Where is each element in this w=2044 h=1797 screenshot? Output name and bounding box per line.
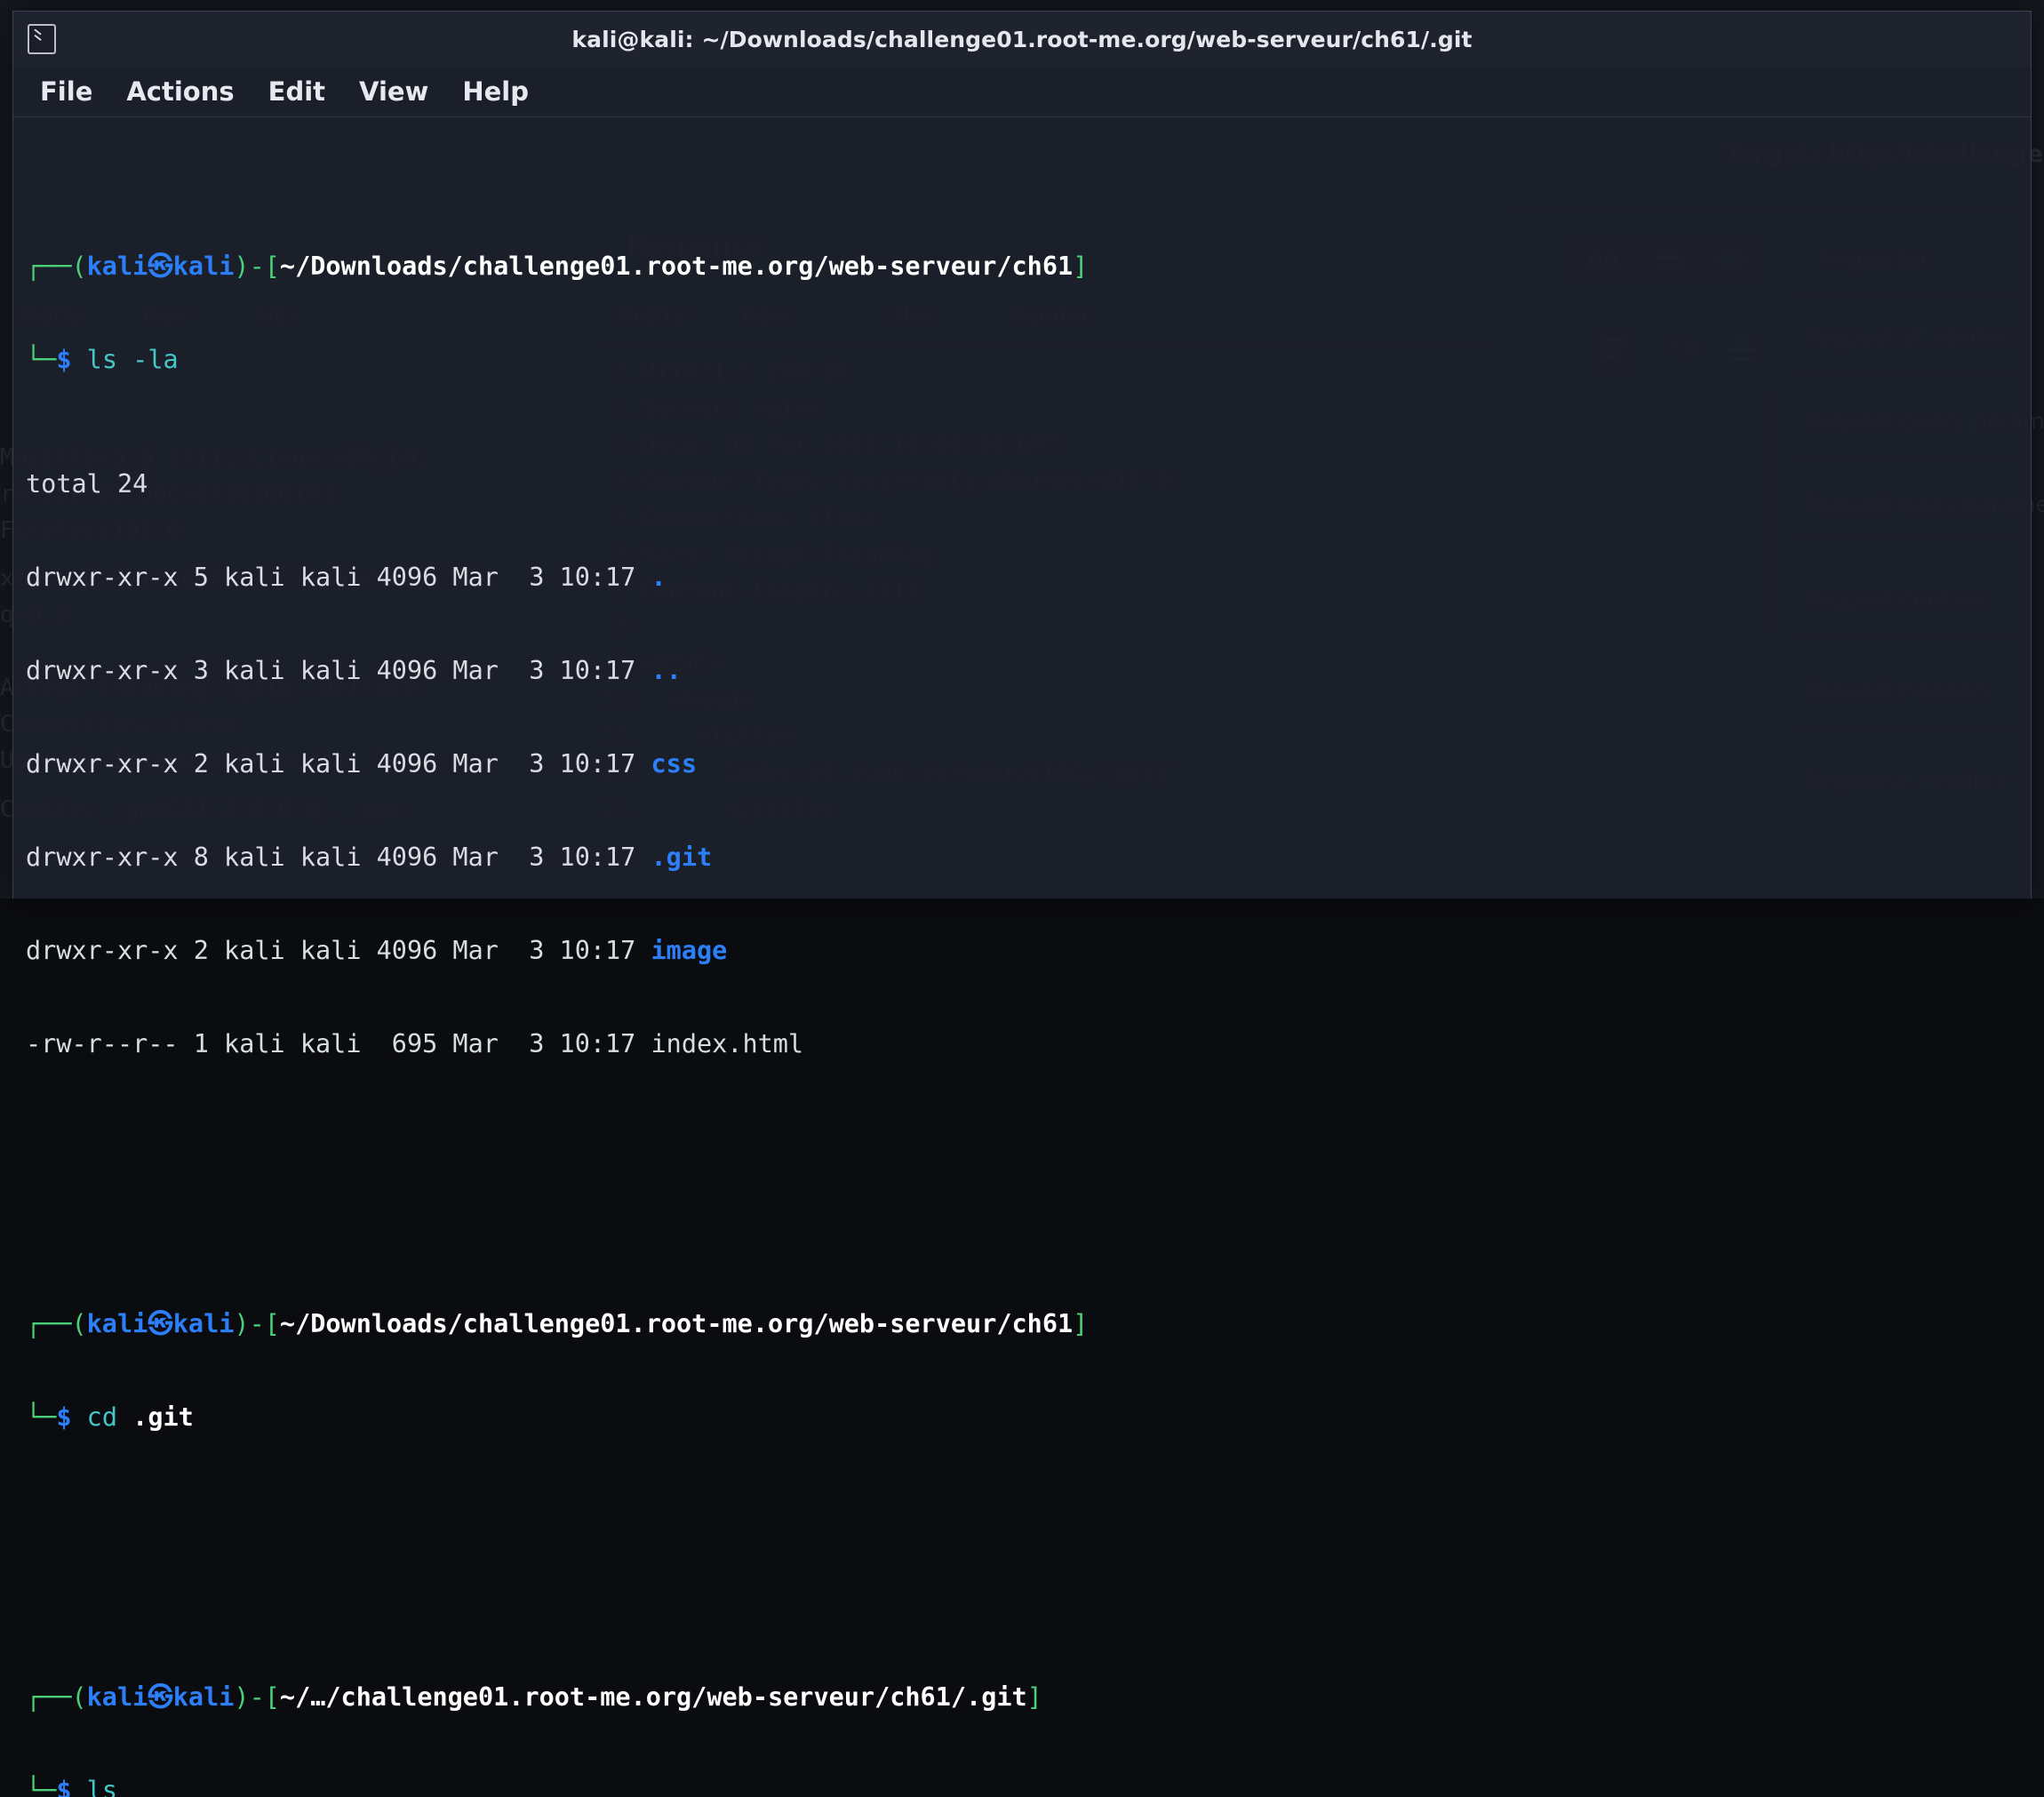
command-space bbox=[72, 1402, 87, 1432]
ls-entry-name: .git bbox=[651, 843, 713, 872]
window-title: kali@kali: ~/Downloads/challenge01.root-… bbox=[13, 27, 2031, 52]
menu-item-file[interactable]: File bbox=[40, 76, 92, 107]
output-line: drwxr-xr-x 3 kali kali 4096 Mar 3 10:17 … bbox=[26, 655, 2031, 686]
ls-entry-meta: drwxr-xr-x 8 kali kali 4096 Mar 3 10:17 bbox=[26, 843, 651, 872]
menu-item-help[interactable]: Help bbox=[462, 76, 529, 107]
ls-entry-meta: drwxr-xr-x 3 kali kali 4096 Mar 3 10:17 bbox=[26, 656, 651, 685]
output-line: drwxr-xr-x 5 kali kali 4096 Mar 3 10:17 … bbox=[26, 562, 2031, 593]
prompt-corner-top: ┌──( bbox=[26, 1309, 87, 1338]
shell-command-line: └─$ ls -la bbox=[26, 344, 2031, 375]
output-line: -rw-r--r-- 1 kali kali 695 Mar 3 10:17 i… bbox=[26, 1028, 2031, 1059]
ls-entry-name: image bbox=[651, 936, 728, 965]
output-line: drwxr-xr-x 8 kali kali 4096 Mar 3 10:17 … bbox=[26, 842, 2031, 873]
ls-entry-name: .. bbox=[651, 656, 682, 685]
prompt-dollar: $ bbox=[56, 1776, 71, 1797]
ls-entry-meta: drwxr-xr-x 2 kali kali 4096 Mar 3 10:17 bbox=[26, 936, 651, 965]
output-line: drwxr-xr-x 2 kali kali 4096 Mar 3 10:17 … bbox=[26, 935, 2031, 966]
menu-item-edit[interactable]: Edit bbox=[268, 76, 325, 107]
ls-entry-name: . bbox=[651, 563, 667, 592]
command-space2 bbox=[117, 1402, 132, 1432]
prompt-close: ] bbox=[1073, 252, 1088, 281]
command-name: ls bbox=[87, 345, 117, 374]
prompt-dollar: $ bbox=[56, 345, 71, 374]
terminal-icon bbox=[28, 24, 56, 54]
prompt-corner-bottom: └─ bbox=[26, 345, 56, 374]
ls-entry-name: css bbox=[651, 749, 697, 779]
output-text: total 24 bbox=[26, 469, 148, 499]
prompt-mid: )-[ bbox=[234, 1309, 279, 1338]
shell-prompt-line: ┌──(kali㉿kali)-[~/Downloads/challenge01.… bbox=[26, 1308, 2031, 1339]
prompt-mid: )-[ bbox=[234, 1682, 279, 1712]
shell-prompt-line: ┌──(kali㉿kali)-[~/…/challenge01.root-me.… bbox=[26, 1681, 2031, 1713]
prompt-corner-bottom: └─ bbox=[26, 1402, 56, 1432]
prompt-user-host: kali㉿kali bbox=[87, 1309, 235, 1338]
terminal-titlebar[interactable]: kali@kali: ~/Downloads/challenge01.root-… bbox=[13, 12, 2031, 67]
ls-entry-meta: drwxr-xr-x 2 kali kali 4096 Mar 3 10:17 bbox=[26, 749, 651, 779]
shell-prompt-line: ┌──(kali㉿kali)-[~/Downloads/challenge01.… bbox=[26, 251, 2031, 282]
output-line: total 24 bbox=[26, 468, 2031, 499]
shell-command-line: └─$ ls bbox=[26, 1775, 2031, 1797]
prompt-close: ] bbox=[1073, 1309, 1088, 1338]
prompt-user-host: kali㉿kali bbox=[87, 252, 235, 281]
command-space bbox=[72, 1776, 87, 1797]
command-text bbox=[72, 345, 87, 374]
ls-entry-meta: drwxr-xr-x 5 kali kali 4096 Mar 3 10:17 bbox=[26, 563, 651, 592]
prompt-corner-bottom: └─ bbox=[26, 1776, 56, 1797]
prompt-path: ~/Downloads/challenge01.root-me.org/web-… bbox=[280, 1309, 1073, 1338]
prompt-corner-top: ┌──( bbox=[26, 1682, 87, 1712]
prompt-mid: )-[ bbox=[234, 252, 279, 281]
prompt-corner-top: ┌──( bbox=[26, 252, 87, 281]
menubar[interactable]: File Actions Edit View Help bbox=[13, 67, 2031, 117]
menu-item-actions[interactable]: Actions bbox=[126, 76, 234, 107]
terminal-output-area[interactable]: ┌──(kali㉿kali)-[~/Downloads/challenge01.… bbox=[13, 117, 2031, 1797]
ls-entry-meta: -rw-r--r-- 1 kali kali 695 Mar 3 10:17 bbox=[26, 1029, 651, 1058]
output-line: drwxr-xr-x 2 kali kali 4096 Mar 3 10:17 … bbox=[26, 748, 2031, 779]
command-arg: .git bbox=[132, 1402, 194, 1432]
blank-line bbox=[26, 1526, 2031, 1557]
prompt-path: ~/Downloads/challenge01.root-me.org/web-… bbox=[280, 252, 1073, 281]
command-arg: -la bbox=[117, 345, 179, 374]
prompt-user-host: kali㉿kali bbox=[87, 1682, 235, 1712]
terminal-window[interactable]: kali@kali: ~/Downloads/challenge01.root-… bbox=[12, 11, 2032, 898]
prompt-close: ] bbox=[1027, 1682, 1042, 1712]
command-name: cd bbox=[87, 1402, 117, 1432]
blank-line bbox=[26, 1153, 2031, 1184]
ls-entry-name: index.html bbox=[651, 1029, 804, 1058]
menu-item-view[interactable]: View bbox=[359, 76, 428, 107]
prompt-dollar: $ bbox=[56, 1402, 71, 1432]
prompt-path: ~/…/challenge01.root-me.org/web-serveur/… bbox=[280, 1682, 1027, 1712]
shell-command-line: └─$ cd .git bbox=[26, 1402, 2031, 1433]
command-name: ls bbox=[87, 1776, 117, 1797]
